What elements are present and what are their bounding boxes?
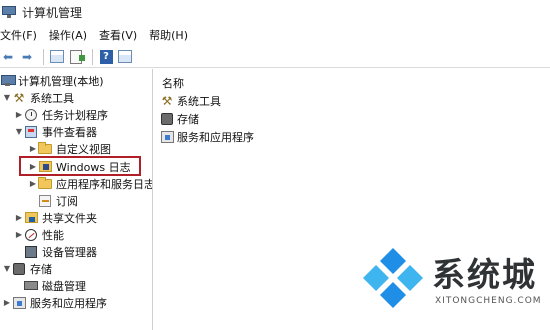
folder-icon [38, 176, 52, 191]
storage-icon [160, 112, 174, 126]
tree-item-label: 任务计划程序 [42, 108, 108, 122]
tree-item-label: 订阅 [56, 194, 78, 208]
shared-folder-icon [24, 211, 38, 225]
chevron-right-icon[interactable]: ▶ [14, 110, 24, 119]
tree-item-custom-views[interactable]: ▶ 自定义视图 [28, 140, 111, 157]
tree-item-services-apps[interactable]: ▶ 服务和应用程序 [2, 294, 107, 311]
device-manager-icon [24, 245, 38, 259]
title-bar: 计算机管理 [0, 0, 550, 24]
tree-item-label: 磁盘管理 [42, 279, 86, 293]
computer-management-icon [0, 74, 16, 88]
clock-icon [24, 108, 38, 122]
services-icon [12, 296, 26, 310]
chevron-down-icon[interactable]: ▼ [2, 264, 12, 273]
list-item[interactable]: 服务和应用程序 [160, 129, 254, 145]
properties-icon[interactable] [68, 49, 85, 65]
help-icon[interactable]: ? [98, 49, 114, 65]
chevron-right-icon[interactable]: ▶ [2, 298, 12, 307]
menu-bar: 文件(F) 操作(A) 查看(V) 帮助(H) [0, 26, 550, 44]
list-item-label: 系统工具 [177, 95, 221, 108]
chevron-right-icon[interactable]: ▶ [28, 179, 38, 188]
back-arrow-icon[interactable]: ⬅ [0, 49, 16, 65]
tree-item-label: 服务和应用程序 [30, 296, 107, 310]
tree-item-system-tools[interactable]: ▼ ⚒ 系统工具 [2, 89, 74, 106]
tree-item-label: 自定义视图 [56, 142, 111, 156]
menu-view[interactable]: 查看(V) [99, 27, 137, 43]
storage-icon [12, 262, 26, 276]
highlight-box [19, 156, 141, 176]
subscription-icon [38, 194, 52, 208]
tree-item-storage[interactable]: ▼ 存储 [2, 260, 52, 277]
tree-item-performance[interactable]: ▶ 性能 [14, 226, 64, 243]
chevron-right-icon[interactable]: ▶ [14, 213, 24, 222]
tree-item-shared-folders[interactable]: ▶ 共享文件夹 [14, 209, 97, 226]
tree-item-label: 事件查看器 [42, 125, 97, 139]
show-hide-pane-icon[interactable] [117, 49, 133, 65]
list-item-label: 服务和应用程序 [177, 131, 254, 144]
toolbar: ⬅ ➡ ? [0, 46, 550, 68]
chevron-right-icon[interactable]: ▶ [28, 144, 38, 153]
list-item[interactable]: ⚒ 系统工具 [160, 93, 221, 109]
tree-item-label: 系统工具 [30, 91, 74, 105]
tree-item-label: 设备管理器 [42, 245, 97, 259]
computer-management-icon [2, 6, 16, 18]
tree-item-disk-management[interactable]: 磁盘管理 [24, 277, 86, 294]
tree-item-label: 应用程序和服务日志 [56, 177, 153, 191]
list-item-label: 存储 [177, 113, 199, 126]
tree-item-root[interactable]: 计算机管理(本地) [0, 72, 104, 89]
menu-help[interactable]: 帮助(H) [149, 27, 188, 43]
window-title: 计算机管理 [22, 5, 83, 20]
chevron-right-icon[interactable]: ▶ [14, 230, 24, 239]
toolbar-separator [92, 48, 93, 65]
console-tree-pane: 计算机管理(本地) ▼ ⚒ 系统工具 ▶ 任务计划程序 ▼ 事件查看器 ▶ 自定… [0, 69, 153, 330]
watermark-title: 系统城 [432, 255, 537, 294]
watermark-url: XITONGCHENG.COM [435, 296, 542, 306]
watermark-logo-icon [363, 248, 423, 308]
menu-action[interactable]: 操作(A) [49, 27, 87, 43]
chevron-down-icon[interactable]: ▼ [14, 127, 24, 136]
list-item[interactable]: 存储 [160, 111, 199, 127]
performance-icon [24, 228, 38, 242]
tree-item-device-manager[interactable]: 设备管理器 [24, 243, 97, 260]
forward-arrow-icon[interactable]: ➡ [19, 49, 35, 65]
event-viewer-icon [24, 125, 38, 139]
disk-icon [24, 279, 38, 293]
tree-item-label: 共享文件夹 [42, 211, 97, 225]
tree-item-label: 存储 [30, 262, 52, 276]
tools-icon: ⚒ [161, 94, 173, 108]
tree-item-event-viewer[interactable]: ▼ 事件查看器 [14, 123, 97, 140]
column-header-name[interactable]: 名称 [162, 75, 184, 91]
services-icon [160, 130, 174, 144]
console-tree-icon[interactable] [49, 49, 65, 65]
watermark: 系统城 XITONGCHENG.COM [356, 240, 550, 330]
chevron-down-icon[interactable]: ▼ [2, 93, 12, 102]
toolbar-separator [43, 48, 44, 65]
tree-item-label: 性能 [42, 228, 64, 242]
tree-item-label: 计算机管理(本地) [18, 74, 104, 88]
tree-item-subscriptions[interactable]: 订阅 [38, 192, 78, 209]
tree-item-app-service-logs[interactable]: ▶ 应用程序和服务日志 [28, 175, 153, 192]
menu-file[interactable]: 文件(F) [0, 27, 37, 43]
tree-item-task-scheduler[interactable]: ▶ 任务计划程序 [14, 106, 108, 123]
folder-icon [38, 141, 52, 156]
tools-icon: ⚒ [13, 90, 25, 105]
